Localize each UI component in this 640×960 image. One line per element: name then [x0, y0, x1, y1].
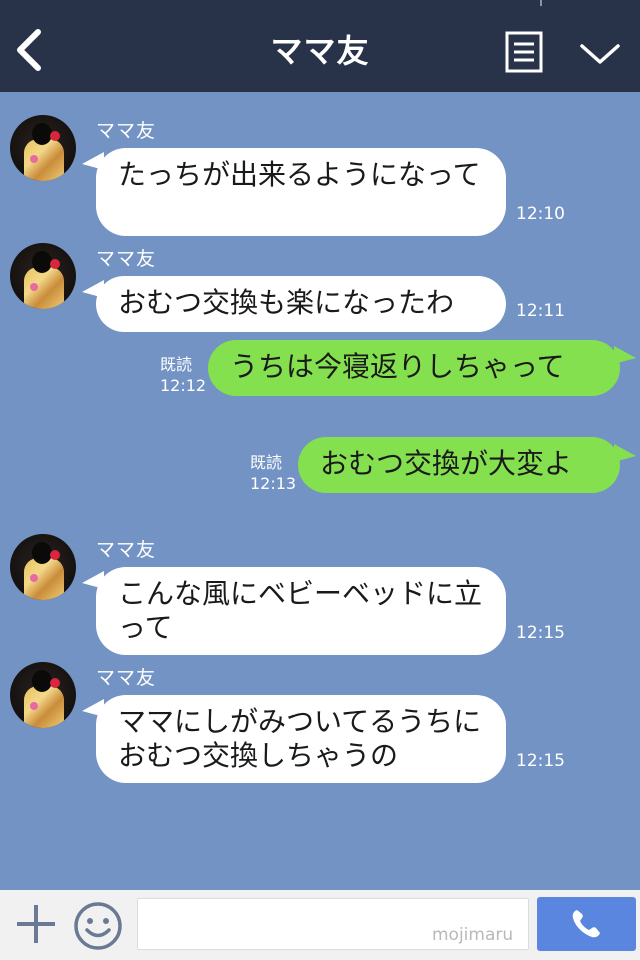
message-bubble[interactable]: こんな風にベビーベッドに立って [96, 567, 506, 655]
avatar[interactable] [10, 243, 76, 309]
chat-message-list[interactable]: ママ友 たっちが出来るようになって 12:10 ママ友 おむつ交換も楽になったわ… [0, 92, 640, 890]
sender-name: ママ友 [96, 120, 157, 142]
avatar-head [32, 251, 52, 273]
message-time: 12:13 [250, 474, 297, 493]
message-bubble[interactable]: たっちが出来るようになって [96, 148, 506, 236]
read-label: 既読 [250, 453, 283, 472]
message-time: 12:11 [516, 301, 565, 321]
sender-name: ママ友 [96, 539, 157, 561]
read-label: 既読 [160, 355, 193, 374]
avatar-head [32, 123, 52, 145]
message-time: 12:15 [516, 623, 565, 643]
avatar[interactable] [10, 662, 76, 728]
avatar[interactable] [10, 115, 76, 181]
avatar-flower [30, 702, 38, 710]
message-bubble[interactable]: うちは今寝返りしちゃって [208, 340, 620, 396]
avatar-head [32, 542, 52, 564]
avatar-flower [50, 259, 60, 269]
chat-title: ママ友 [270, 32, 370, 70]
sender-name: ママ友 [96, 667, 157, 689]
avatar-flower [30, 283, 38, 291]
avatar[interactable] [10, 534, 76, 600]
call-button[interactable] [537, 897, 636, 951]
avatar-flower [50, 678, 60, 688]
message-bubble[interactable]: ママにしがみついてるうちにおむつ交換しちゃうの [96, 695, 506, 783]
read-receipt: 既読 12:13 [250, 452, 296, 494]
message-time: 12:15 [516, 751, 565, 771]
message-time: 12:10 [516, 204, 565, 224]
sender-name: ママ友 [96, 248, 157, 270]
bubble-tail [614, 346, 636, 364]
plus-icon[interactable] [14, 902, 58, 946]
avatar-head [32, 670, 52, 692]
watermark: mojimaru [432, 925, 514, 945]
bubble-tail [614, 444, 636, 462]
smiley-icon[interactable] [72, 900, 124, 952]
avatar-flower [50, 550, 60, 560]
document-menu-icon[interactable] [505, 31, 543, 73]
message-bubble[interactable]: おむつ交換も楽になったわ [96, 276, 506, 332]
avatar-flower [50, 131, 60, 141]
phone-icon [572, 910, 600, 938]
chevron-down-icon[interactable] [578, 40, 622, 68]
status-bar-fragment [540, 0, 542, 6]
avatar-flower [30, 574, 38, 582]
chat-header: ママ友 [0, 0, 640, 92]
avatar-flower [30, 155, 38, 163]
read-receipt: 既読 12:12 [160, 354, 206, 396]
message-time: 12:12 [160, 376, 207, 395]
message-bubble[interactable]: おむつ交換が大変よ [298, 437, 620, 493]
